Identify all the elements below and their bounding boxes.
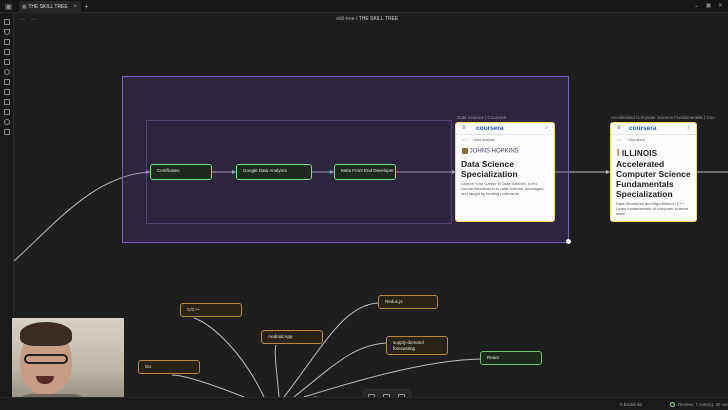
node-google-data-analytics[interactable]: Google Data Analytics bbox=[236, 164, 312, 180]
calendar-icon[interactable] bbox=[4, 49, 10, 55]
partner-logo: JOHNS HOPKINS bbox=[456, 145, 554, 159]
card-data-science[interactable]: ≡ coursera ⌕ ⌂ › ··· › Data Analysis JOH… bbox=[455, 122, 555, 222]
coursera-logo: coursera bbox=[629, 125, 657, 132]
tab-close-icon[interactable]: × bbox=[73, 1, 77, 13]
node-cpp[interactable]: C/C++ bbox=[180, 303, 242, 317]
menu-icon: ≡ bbox=[462, 125, 466, 131]
card-title: Accelerated Computer Science Fundamental… bbox=[616, 159, 691, 199]
sync-status-icon[interactable] bbox=[670, 402, 675, 407]
node-android-app[interactable]: Android App bbox=[261, 330, 323, 344]
edge-go bbox=[171, 374, 245, 397]
node-redux[interactable]: Redux.js bbox=[378, 295, 438, 309]
back-icon[interactable]: ← bbox=[20, 13, 26, 25]
command-icon[interactable] bbox=[4, 69, 10, 75]
node-react[interactable]: React bbox=[480, 351, 542, 365]
edge-cpp bbox=[193, 317, 265, 397]
publish-icon[interactable] bbox=[4, 89, 10, 95]
files-icon[interactable] bbox=[4, 19, 10, 25]
tab-title: THE SKILL TREE bbox=[28, 4, 68, 10]
new-tab-icon[interactable]: + bbox=[84, 1, 89, 12]
review-icon[interactable] bbox=[4, 129, 10, 135]
canvas-new-icon[interactable] bbox=[4, 39, 10, 45]
card-breadcrumb: ⌂ › ··· › Data Analysis bbox=[462, 138, 496, 142]
breadcrumb-vault[interactable]: skill-tree bbox=[336, 16, 355, 22]
menu-icon: ≡ bbox=[617, 125, 621, 131]
search-icon: ⌕ bbox=[545, 125, 548, 131]
breadcrumb-separator: / bbox=[356, 16, 358, 22]
node-go[interactable]: Go bbox=[138, 360, 200, 374]
card-title: Data Science Specialization bbox=[461, 159, 518, 179]
bookmarks-icon[interactable] bbox=[4, 99, 10, 105]
shield-icon bbox=[462, 148, 468, 154]
backlinks-count[interactable]: 0 backlinks bbox=[620, 398, 642, 410]
illinois-icon: Ī bbox=[617, 149, 620, 158]
review-status[interactable]: Review: 7 note(s), 30 card(s) d bbox=[678, 398, 728, 410]
breadcrumb: skill-tree / THE SKILL TREE bbox=[336, 13, 398, 25]
resize-handle[interactable] bbox=[566, 239, 571, 244]
node-meta-front-end[interactable]: Meta Front End Developer bbox=[334, 164, 396, 180]
card-description: Launch Your Career in Data Science. A te… bbox=[461, 181, 544, 197]
slides-icon[interactable] bbox=[4, 109, 10, 115]
search-icon: ⌕ bbox=[687, 125, 690, 131]
coursera-logo: coursera bbox=[476, 125, 504, 132]
templates-icon[interactable] bbox=[4, 59, 10, 65]
partner-name: JOHNS HOPKINS bbox=[469, 148, 519, 155]
view-header: ← → skill-tree / THE SKILL TREE bbox=[14, 13, 728, 25]
tab-bar: ▣ ▦ THE SKILL TREE × + ⌄ ▣ ✕ bbox=[0, 0, 728, 13]
graph-icon[interactable] bbox=[4, 29, 10, 35]
edge-redux bbox=[283, 302, 379, 397]
card-accelerated-cs[interactable]: ≡ coursera ⌕ ⌂ › ··· › Algorithms Ī ILLI… bbox=[610, 122, 697, 222]
forward-icon[interactable]: → bbox=[30, 13, 36, 25]
sidebar-toggle-icon[interactable]: ▣ bbox=[4, 2, 13, 11]
edge-android bbox=[274, 344, 280, 397]
terminal-icon[interactable] bbox=[4, 79, 10, 85]
card-label-data-science: Data Science | Coursera bbox=[457, 115, 506, 120]
node-certificates[interactable]: Certificates bbox=[150, 164, 212, 180]
partner-name: ILLINOIS bbox=[621, 149, 658, 158]
card-label-accelerated: Accelerated Computer Science Fundamental… bbox=[611, 115, 715, 120]
card-breadcrumb: ⌂ › ··· › Algorithms bbox=[617, 138, 646, 142]
right-sidebar-toggle-icon[interactable]: ▣ bbox=[704, 2, 713, 11]
node-supply-demand[interactable]: supply-demand forecasting bbox=[386, 336, 448, 355]
card-description: Data Structures and Algorithms in C++. L… bbox=[616, 201, 689, 217]
breadcrumb-file: THE SKILL TREE bbox=[358, 16, 399, 22]
plugin-icon[interactable] bbox=[4, 119, 10, 125]
tab-skill-tree[interactable]: ▦ THE SKILL TREE × bbox=[19, 1, 81, 13]
chevron-down-icon[interactable]: ⌄ bbox=[692, 2, 701, 11]
status-bar: 0 backlinks Review: 7 note(s), 30 card(s… bbox=[0, 397, 728, 410]
close-window-icon[interactable]: ✕ bbox=[716, 2, 725, 11]
canvas-icon: ▦ bbox=[22, 4, 27, 10]
partner-logo: Ī ILLINOIS bbox=[611, 145, 696, 159]
